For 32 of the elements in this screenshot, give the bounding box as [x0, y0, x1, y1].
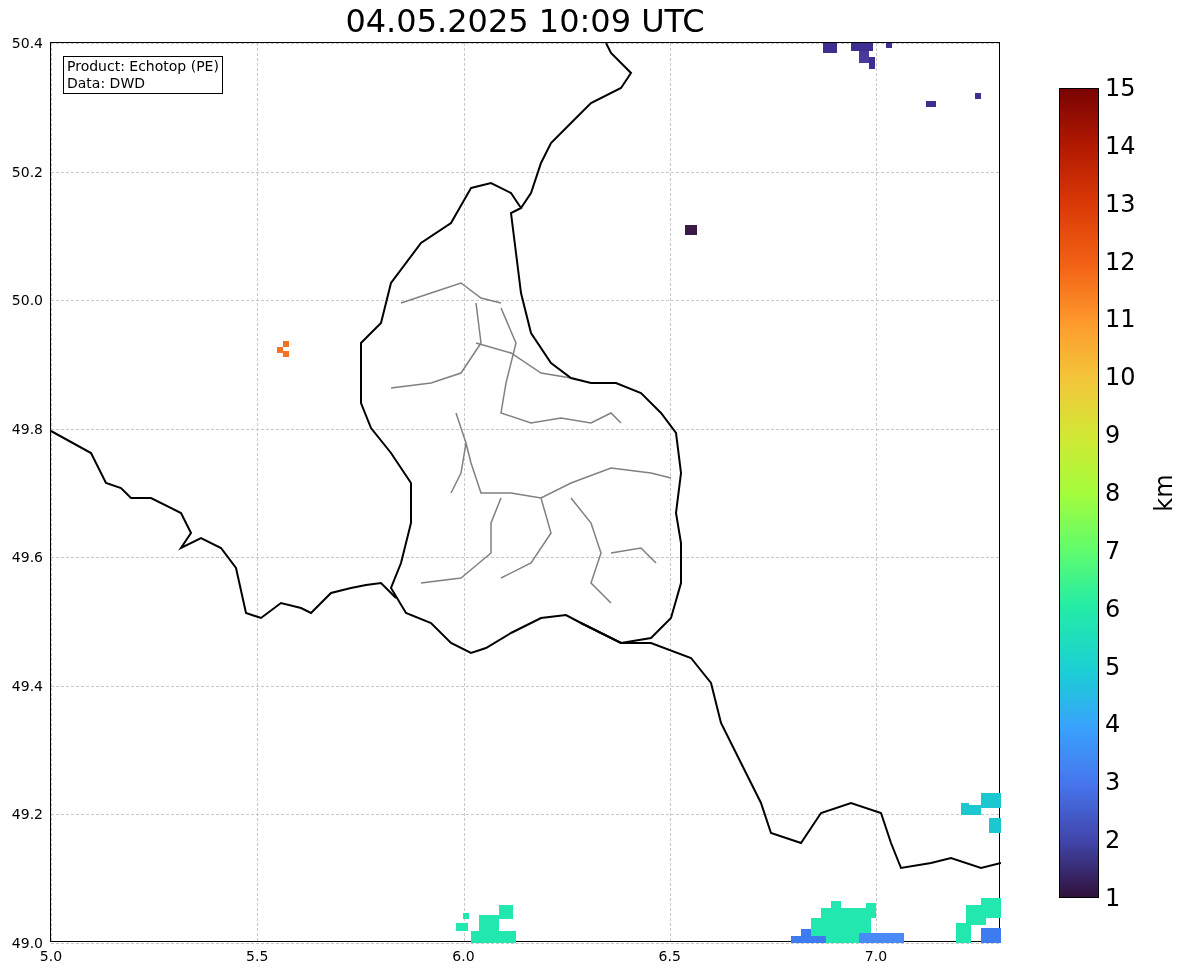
colorbar-tick-label: 13 [1105, 191, 1136, 216]
x-tick-label: 5.0 [39, 949, 63, 963]
colorbar-tick-label: 11 [1105, 307, 1136, 332]
colorbar-tick-label: 7 [1105, 538, 1121, 563]
info-text: Data: DWD [67, 75, 146, 92]
colorbar-tick-label: 1 [1105, 886, 1121, 910]
colorbar-tick-label: 5 [1105, 654, 1121, 679]
y-tick-label: 49.8 [11, 421, 43, 436]
info-text: Product: Echotop (PE) [67, 58, 219, 75]
chart-title: 04.05.2025 10:09 UTC [345, 5, 705, 37]
colorbar-tick-label: 4 [1105, 712, 1121, 737]
x-tick-label: 7.0 [864, 949, 888, 963]
colorbar-label: km [1151, 474, 1176, 512]
x-tick-label: 6.0 [452, 949, 475, 963]
y-tick-label: 49.6 [11, 550, 43, 565]
y-tick-label: 50.0 [11, 293, 43, 308]
x-tick-label: 5.5 [246, 949, 269, 963]
colorbar-tick-label: 14 [1105, 133, 1136, 158]
colorbar-tick-label: 12 [1105, 249, 1136, 274]
colorbar-tick-label: 3 [1105, 770, 1121, 795]
colorbar-tick-label: 15 [1105, 76, 1136, 100]
colorbar-tick-label: 10 [1105, 365, 1136, 390]
y-tick-label: 49.2 [11, 807, 43, 822]
colorbar-tick-label: 9 [1105, 423, 1121, 448]
y-tick-label: 49.0 [11, 936, 43, 950]
colorbar-tick-label: 2 [1105, 828, 1121, 853]
colorbar-tick-label: 6 [1105, 596, 1121, 621]
y-tick-label: 50.2 [11, 164, 43, 179]
y-tick-label: 49.4 [11, 678, 43, 693]
y-tick-label: 50.4 [11, 36, 43, 50]
colorbar-tick-label: 8 [1105, 481, 1121, 505]
x-tick-label: 6.5 [658, 949, 681, 963]
